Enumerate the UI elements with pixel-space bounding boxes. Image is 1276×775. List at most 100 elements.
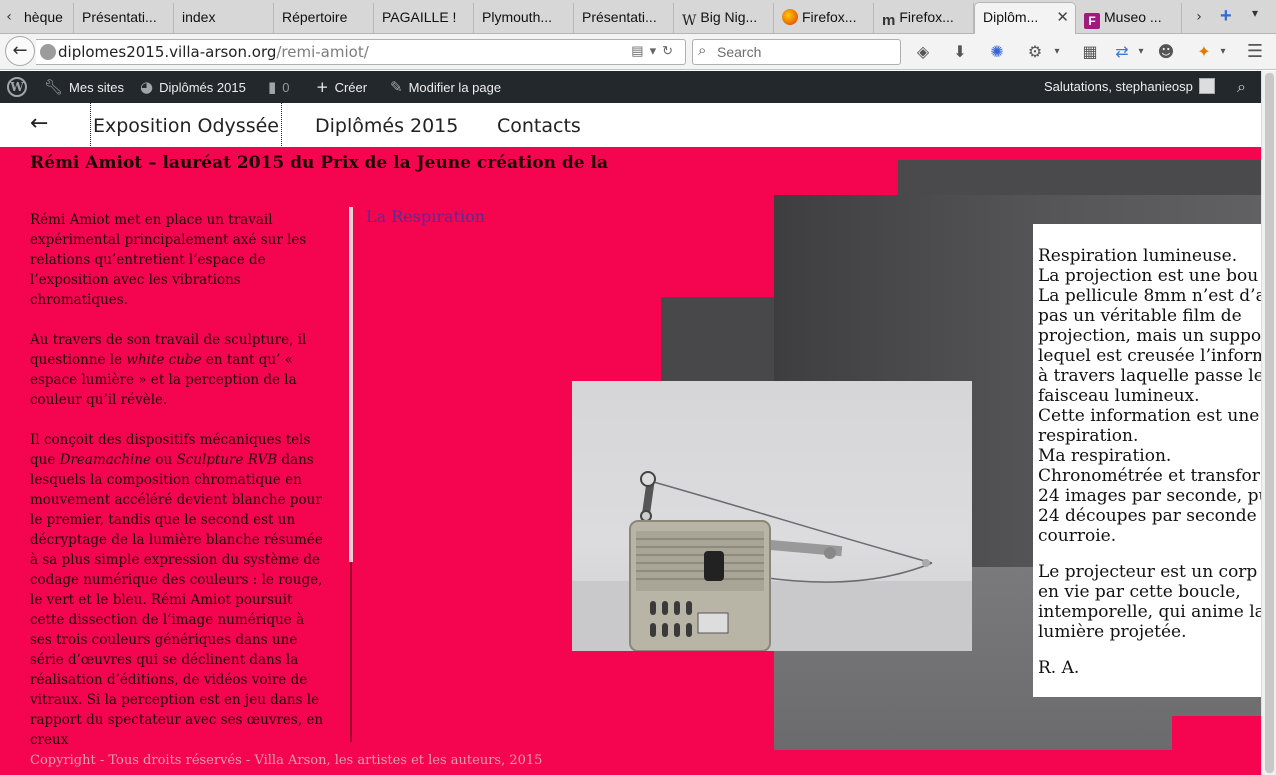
article-headline: Rémi Amiot – lauréat 2015 du Prix de la … xyxy=(30,153,608,173)
browser-tab[interactable]: Répertoire xyxy=(274,3,374,33)
my-sites-label: Mes sites xyxy=(69,80,124,95)
search-icon: ⌕ xyxy=(698,42,707,59)
intro-paragraph-3: Il conçoit des dispositifs mécaniques te… xyxy=(30,430,330,750)
site-name-menu[interactable]: ◕ Diplômés 2015 xyxy=(140,71,246,103)
addon-menu-icon[interactable]: ▾ xyxy=(1212,41,1234,63)
projector-photo[interactable] xyxy=(572,381,972,651)
apps-grid-icon[interactable]: ▦ xyxy=(1079,41,1101,63)
new-tab-plus-icon[interactable]: + xyxy=(1220,4,1232,28)
poem-line: à travers laquelle passe le xyxy=(1038,366,1261,386)
site-identity-icon[interactable] xyxy=(40,44,56,60)
user-avatar xyxy=(1198,78,1215,94)
edit-page-link[interactable]: ✎ Modifier la page xyxy=(390,71,501,103)
browser-tab[interactable]: index xyxy=(174,3,274,33)
extension-gear-icon[interactable]: ⚙ xyxy=(1024,41,1046,63)
wrench-icon: 🔧︎ xyxy=(44,78,64,96)
navigation-toolbar: ← diplomes2015.villa-arson.org/remi-amio… xyxy=(0,34,1276,70)
intro-p3-emphasis-1: Dreamachine xyxy=(59,452,152,468)
url-text[interactable]: diplomes2015.villa-arson.org/remi-amiot/ xyxy=(58,43,369,61)
poem-signature: R. A. xyxy=(1038,658,1080,678)
my-sites-menu[interactable]: 🔧︎ Mes sites xyxy=(44,71,124,103)
poem-line: 24 découpes par seconde xyxy=(1038,506,1257,526)
tab-label: Firefox... xyxy=(802,9,857,25)
tab-label: index xyxy=(182,9,216,25)
greeting-label: Salutations, stephanieosp xyxy=(1044,79,1193,94)
tab-favicon-icon: m xyxy=(882,12,896,29)
create-menu[interactable]: + Créer xyxy=(316,71,367,103)
browser-tab[interactable]: Présentati... xyxy=(574,3,674,33)
poem-gap xyxy=(1038,546,1261,562)
dropmarker-icon[interactable]: ▾ xyxy=(650,43,663,58)
reader-view-icon[interactable]: ▤ xyxy=(631,43,649,58)
url-host: diplomes2015.villa-arson.org xyxy=(58,43,277,61)
article-page: Rémi Amiot – lauréat 2015 du Prix de la … xyxy=(0,147,1261,775)
browser-tab[interactable]: m Firefox... xyxy=(874,3,974,33)
tab-label: hèque xyxy=(24,9,63,25)
poem-line: faisceau lumineux. xyxy=(1038,386,1200,406)
tab-label: Diplôm... xyxy=(983,9,1039,25)
intro-paragraph-2: Au travers de son travail de sculpture, … xyxy=(30,330,330,410)
tab-scroll-right-icon[interactable]: › xyxy=(1190,6,1208,28)
tab-label: Plymouth... xyxy=(482,9,553,25)
poem-line: La pellicule 8mm n’est d’a xyxy=(1038,286,1261,306)
nav-exposition-odyssee[interactable]: Exposition Odyssée xyxy=(90,102,282,148)
site-name-label: Diplômés 2015 xyxy=(159,80,246,95)
tab-close-icon[interactable]: ✕ xyxy=(1056,3,1069,32)
poem-line: Cette information est une xyxy=(1038,406,1260,426)
hamburger-menu-icon[interactable]: ☰ xyxy=(1244,41,1266,63)
poem-line: lequel est creusée l’inform xyxy=(1038,346,1261,366)
search-bar[interactable]: ⌕ Search xyxy=(692,39,901,65)
plus-icon: + xyxy=(316,78,329,96)
intro-paragraph-1: Rémi Amiot met en place un travail expér… xyxy=(30,212,307,308)
admin-search-icon[interactable]: ⌕ xyxy=(1237,71,1246,103)
reload-icon[interactable]: ↻ xyxy=(662,43,679,58)
comment-bubble-icon: ▮ xyxy=(268,78,277,96)
poem-gap xyxy=(1038,642,1261,658)
wordpress-logo-icon[interactable]: W xyxy=(7,77,27,97)
url-bar[interactable]: diplomes2015.villa-arson.org/remi-amiot/… xyxy=(36,39,686,65)
poem-line: pas un véritable film de xyxy=(1038,306,1242,326)
browser-tab[interactable]: Diplôm... ✕ xyxy=(974,2,1076,34)
list-all-tabs-icon[interactable]: ▾ xyxy=(1252,6,1258,20)
poem-line: intemporelle, qui anime la xyxy=(1038,602,1261,622)
page-scroll-thumb[interactable] xyxy=(1265,73,1274,773)
url-path: /remi-amiot/ xyxy=(276,43,369,61)
sync-menu-icon[interactable]: ▾ xyxy=(1130,41,1152,63)
dashboard-icon: ◕ xyxy=(140,78,154,96)
intro-p3-text-b: dans lesquels la composition chromatique… xyxy=(30,452,324,748)
downloads-icon[interactable]: ⬇ xyxy=(949,41,971,63)
back-button[interactable]: ← xyxy=(5,36,35,66)
nav-diplomes-2015[interactable]: Diplômés 2015 xyxy=(315,103,458,147)
poem-line: 24 images par seconde, pu xyxy=(1038,486,1261,506)
nav-contacts[interactable]: Contacts xyxy=(497,103,581,147)
site-back-arrow-icon[interactable]: ← xyxy=(30,111,48,136)
poem-line: Ma respiration. xyxy=(1038,446,1172,466)
page-scrollbar[interactable] xyxy=(1261,71,1276,775)
pencil-icon: ✎ xyxy=(390,78,403,96)
tab-label: Présentati... xyxy=(82,9,157,25)
comments-menu[interactable]: ▮ 0 xyxy=(268,71,290,103)
extension-menu-icon[interactable]: ▾ xyxy=(1046,41,1068,63)
column-divider-scroll-thumb[interactable] xyxy=(349,207,353,562)
user-account-menu[interactable]: Salutations, stephanieosp xyxy=(1044,71,1215,103)
chat-icon[interactable]: ☻ xyxy=(1155,41,1177,63)
poem-line: respiration. xyxy=(1038,426,1139,446)
browser-tab[interactable]: Plymouth... xyxy=(474,3,574,33)
tab-label: Museo ... xyxy=(1104,9,1162,25)
poem-line: Le projecteur est un corp xyxy=(1038,562,1258,582)
browser-tab[interactable]: Firefox... xyxy=(774,3,874,33)
browser-tab[interactable]: hèque xyxy=(16,3,74,33)
work-title-link[interactable]: La Respiration xyxy=(366,207,485,226)
browser-tab[interactable]: W Big Nig... xyxy=(674,3,774,33)
column-divider-track xyxy=(350,562,352,742)
background-photo-fragment xyxy=(661,297,776,387)
pocket-icon[interactable]: ◈ xyxy=(912,41,934,63)
article-intro: Rémi Amiot met en place un travail expér… xyxy=(30,210,330,770)
page-footer: Copyright - Tous droits réservés - Villa… xyxy=(30,753,543,768)
poem-panel: Respiration lumineuse. La projection est … xyxy=(1033,224,1261,697)
browser-tab[interactable]: PAGAILLE ! xyxy=(374,3,474,33)
extension-swirl-icon[interactable]: ✺ xyxy=(986,41,1008,63)
browser-tab[interactable]: Présentati... xyxy=(74,3,174,33)
poem-line: projection, mais un suppo xyxy=(1038,326,1261,346)
browser-tab[interactable]: F Museo ... xyxy=(1076,3,1182,33)
